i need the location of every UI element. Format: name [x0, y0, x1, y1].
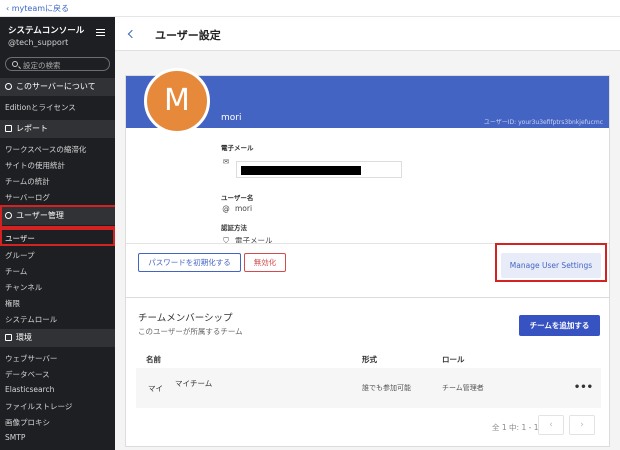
back-to-team-link[interactable]: ‹ myteamに戻る	[6, 3, 69, 14]
email-label: 電子メール	[221, 144, 254, 152]
sidebar-item-image-proxy[interactable]: 画像プロキシ	[5, 417, 50, 428]
sidebar-item-groups[interactable]: グループ	[5, 250, 35, 261]
team-initials: マイ	[148, 384, 163, 393]
username-value: mori	[235, 204, 253, 213]
account-handle: @tech_support	[8, 38, 69, 47]
column-type: 形式	[362, 355, 377, 364]
membership-subtitle: このユーザーが所属するチーム	[138, 327, 243, 336]
highlight-manage-settings	[495, 243, 607, 282]
reset-password-button[interactable]: パスワードを初期化する	[138, 253, 241, 272]
sidebar-item-web-server[interactable]: ウェブサーバー	[5, 353, 57, 364]
page-title: ユーザー設定	[155, 29, 221, 42]
sidebar-item-workspace[interactable]: ワークスペースの縮滞化	[5, 144, 86, 155]
team-type: 誰でも参加可能	[362, 384, 411, 392]
search-placeholder: 設定の検索	[23, 61, 61, 70]
back-chevron-icon[interactable]	[127, 29, 137, 39]
menu-icon[interactable]	[96, 29, 105, 36]
section-about: このサーバーについて	[0, 78, 115, 96]
redacted-email	[241, 166, 361, 175]
sidebar-item-file-storage[interactable]: ファイルストレージ	[5, 401, 72, 412]
avatar: M	[144, 68, 210, 134]
prev-page-button[interactable]: ‹	[538, 415, 564, 435]
search-icon	[12, 61, 18, 67]
sidebar-item-database[interactable]: データベース	[5, 369, 50, 380]
highlight-users-item	[0, 228, 115, 246]
sidebar-item-channels[interactable]: チャンネル	[5, 282, 42, 293]
top-bar: ‹ myteamに戻る	[0, 0, 620, 17]
column-role: ロール	[442, 355, 465, 364]
next-page-button[interactable]: ›	[569, 415, 595, 435]
section-environment: 環境	[0, 329, 115, 347]
sidebar-item-teams[interactable]: チーム	[5, 266, 27, 277]
sidebar-item-team-stats[interactable]: チームの統計	[5, 176, 50, 187]
pagination-info: 全 1 中: 1 - 1	[492, 423, 539, 432]
server-icon	[5, 334, 12, 341]
column-name: 名前	[146, 355, 161, 364]
section-reports: レポート	[0, 120, 115, 138]
settings-search-input[interactable]: 設定の検索	[5, 57, 110, 71]
console-title: システムコンソール	[8, 26, 85, 36]
email-icon: ✉	[222, 157, 230, 166]
sidebar-item-smtp[interactable]: SMTP	[5, 433, 25, 442]
sidebar-item-permissions[interactable]: 権限	[5, 298, 20, 309]
team-role: チーム管理者	[442, 384, 484, 392]
sidebar-item-system-roles[interactable]: システムロール	[5, 314, 57, 325]
shield-icon: ⛉	[223, 236, 229, 245]
add-team-button[interactable]: チームを追加する	[519, 315, 600, 336]
team-name: マイチーム	[175, 379, 213, 388]
user-id: ユーザーID: your3u3efifptrs3bnkjefucmc	[483, 119, 603, 126]
email-field	[236, 161, 402, 178]
sidebar-item-server-logs[interactable]: サーバーログ	[5, 192, 50, 203]
page-header: ユーザー設定	[115, 17, 620, 51]
table-row: マイ マイチーム 誰でも参加可能 チーム管理者 •••	[136, 368, 601, 408]
sidebar-item-site-stats[interactable]: サイトの使用統計	[5, 160, 65, 171]
main-content: ユーザー設定 mori ユーザーID: your3u3efifptrs3bnkj…	[115, 17, 620, 450]
username-label: ユーザー名	[221, 194, 254, 202]
username-row: @ mori	[221, 204, 252, 213]
sidebar-item-elasticsearch[interactable]: Elasticsearch	[5, 385, 54, 394]
sidebar-header: システムコンソール @tech_support	[8, 24, 84, 47]
auth-label: 認証方法	[221, 224, 247, 232]
membership-title: チームメンバーシップ	[138, 313, 233, 324]
at-icon: @	[222, 204, 230, 213]
auth-row: ⛉ 電子メール	[221, 235, 272, 246]
more-options-icon[interactable]: •••	[574, 382, 593, 393]
info-icon	[5, 83, 12, 90]
sidebar-item-edition[interactable]: Editionとライセンス	[5, 102, 76, 113]
disable-user-button[interactable]: 無効化	[244, 253, 286, 272]
chart-icon	[5, 125, 12, 132]
highlight-user-management	[0, 205, 117, 228]
banner-username: mori	[221, 113, 242, 123]
team-membership-card: チームメンバーシップ このユーザーが所属するチーム チームを追加する 名前 形式…	[125, 297, 610, 447]
